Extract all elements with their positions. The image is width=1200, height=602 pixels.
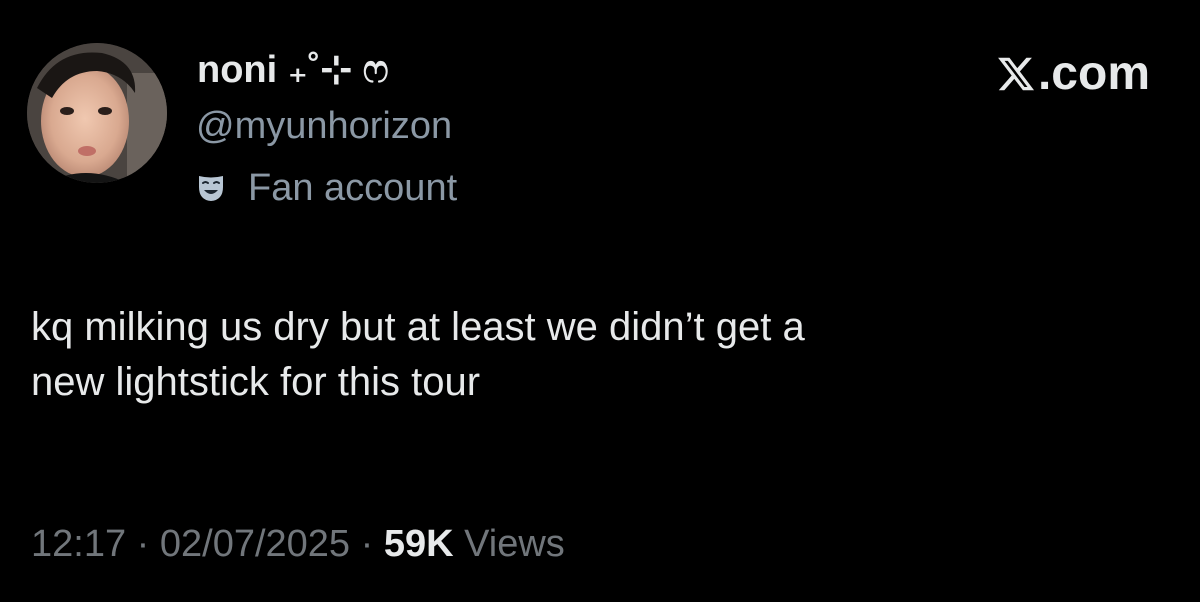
x-com-suffix: .com bbox=[1037, 47, 1150, 100]
tweet-date[interactable]: 02/07/2025 bbox=[160, 523, 350, 565]
display-name[interactable]: noni ₊˚⊹ ෆ bbox=[197, 44, 389, 96]
handle[interactable]: @myunhorizon bbox=[196, 100, 452, 152]
tweet-meta: 12:17 · 02/07/2025 · 59K Views bbox=[31, 516, 565, 572]
views-count[interactable]: 59K bbox=[384, 523, 454, 565]
avatar-photo bbox=[27, 43, 167, 183]
tweet-text: kq milking us dry but at least we didn’t… bbox=[31, 300, 1151, 410]
x-com-watermark: .com bbox=[996, 44, 1150, 104]
tweet-line: new lightstick for this tour bbox=[31, 360, 481, 404]
views-label: Views bbox=[464, 523, 565, 565]
fan-account-badge: Fan account bbox=[196, 162, 457, 214]
theater-mask-icon bbox=[199, 176, 223, 201]
meta-separator: · bbox=[136, 523, 150, 565]
meta-separator: · bbox=[360, 523, 374, 565]
x-logo-icon bbox=[998, 57, 1035, 91]
badge-label: Fan account bbox=[248, 167, 458, 209]
avatar[interactable] bbox=[27, 43, 167, 183]
tweet-line: kq milking us dry but at least we didn’t… bbox=[31, 305, 805, 349]
tweet-time[interactable]: 12:17 bbox=[31, 523, 126, 565]
